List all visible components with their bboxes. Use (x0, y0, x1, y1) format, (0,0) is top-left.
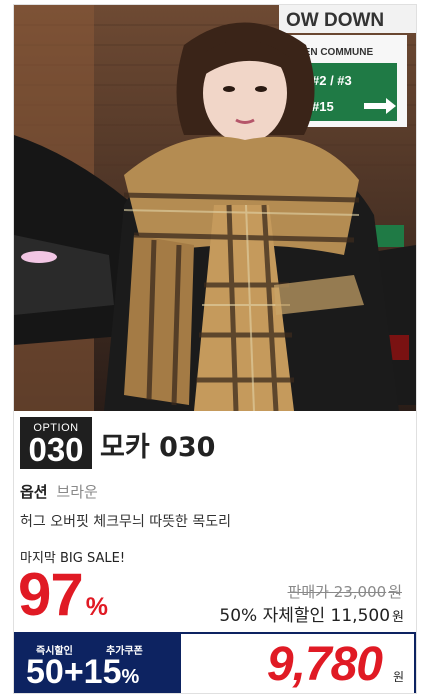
discount-percent-number: 97 (18, 561, 84, 628)
coupon-percent-sign: % (121, 666, 140, 688)
self-discount-label: 50% 자체할인 11,500 (219, 606, 391, 626)
coupon-value: 50+15% (26, 653, 140, 693)
sign-text-top: OW DOWN (286, 10, 384, 31)
final-price-unit: 원 (392, 670, 404, 684)
price-bar: 즉시할인 추가쿠폰 50+15% 9,780 원 (14, 632, 416, 693)
product-description: 허그 오버핏 체크무늬 따뜻한 목도리 (20, 514, 231, 530)
product-card[interactable]: OW DOWN VEN COMMUNE #2 / #3 #15 OPTION 0… (13, 4, 417, 694)
final-price: 9,780 (266, 638, 383, 691)
discount-percent: 97% (18, 560, 108, 630)
original-price: 판매가 23,000 원 (288, 581, 402, 602)
option-value: 브라운 (56, 483, 98, 501)
final-price-box[interactable]: 9,780 원 (179, 632, 416, 693)
original-price-label: 판매가 23,000 (287, 583, 387, 601)
sign-text-nums: #2 / #3 (312, 73, 352, 88)
product-name[interactable]: 모카 030 (100, 425, 215, 464)
coupon-box[interactable]: 즉시할인 추가쿠폰 50+15% (14, 632, 179, 693)
original-price-unit: 원 (388, 583, 402, 601)
product-photo[interactable]: OW DOWN VEN COMMUNE #2 / #3 #15 (14, 5, 416, 411)
self-discount-unit: 원 (392, 610, 404, 625)
sign-text-num2: #15 (312, 99, 334, 114)
option-badge: OPTION 030 (20, 417, 92, 469)
option-badge-number: 030 (28, 431, 84, 468)
option-key: 옵션 (20, 483, 48, 501)
coupon-value-number: 50+15 (26, 653, 122, 691)
self-discount-price: 50% 자체할인 11,500 원 (219, 601, 404, 626)
discount-percent-sign: % (85, 593, 108, 621)
product-photo-illustration: OW DOWN VEN COMMUNE #2 / #3 #15 (14, 5, 416, 411)
option-line: 옵션 브라운 (20, 481, 98, 502)
